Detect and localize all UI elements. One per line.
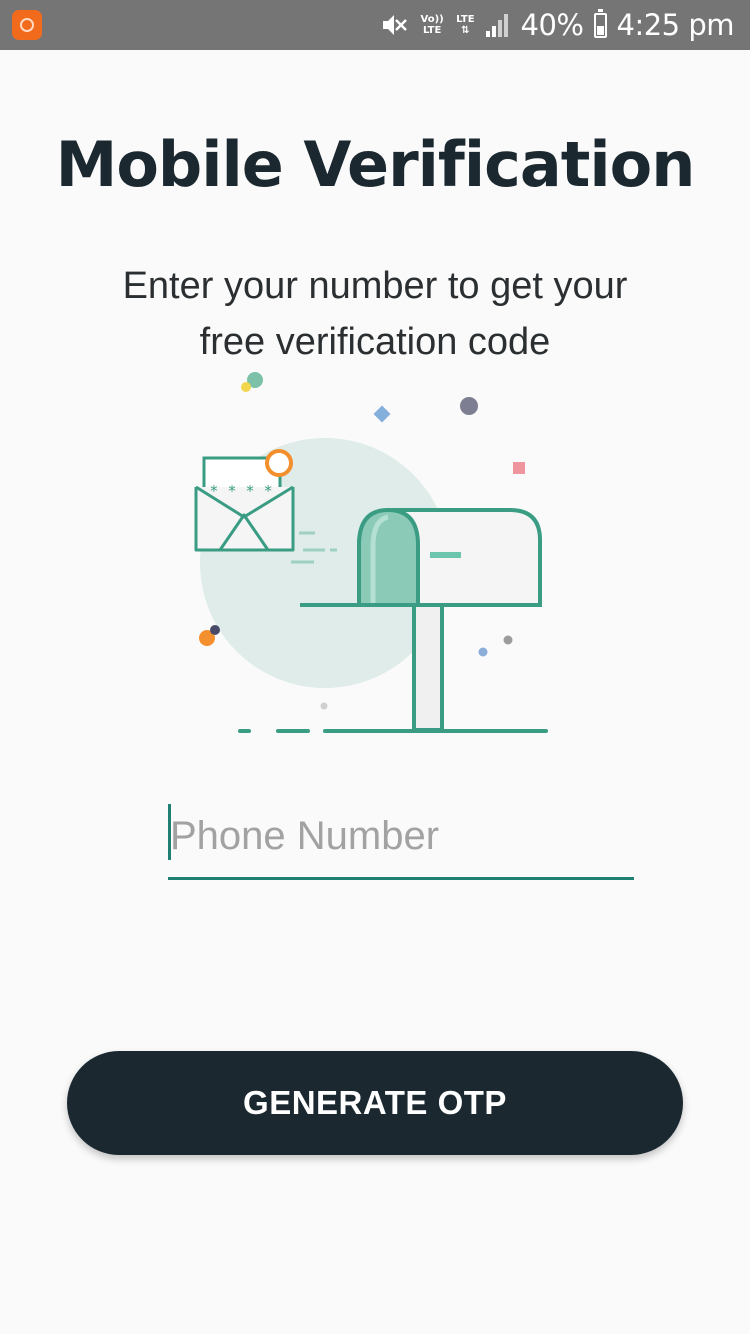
lte-data-icon: LTE ⇅: [456, 14, 474, 36]
page-title: Mobile Verification: [55, 128, 696, 201]
lte-label: LTE: [456, 14, 475, 25]
battery-percent: 40%: [520, 8, 584, 42]
phone-number-input[interactable]: [168, 806, 634, 866]
signal-icon: [485, 14, 508, 37]
app-notification-icon: [12, 10, 42, 40]
battery-icon: [593, 8, 607, 38]
clock: 4:25 pm: [616, 8, 735, 42]
page-subtitle: Enter your number to get your free verif…: [122, 265, 628, 363]
status-icons: Vo)) LTE LTE ⇅ 40% 4:25 pm: [380, 0, 734, 50]
mailbox-illustration: * * * *: [194, 372, 548, 733]
status-bar: Vo)) LTE LTE ⇅ 40% 4:25 pm: [0, 0, 750, 50]
generate-otp-button[interactable]: GENERATE OTP: [67, 1051, 683, 1155]
verification-screen: Vo)) LTE LTE ⇅ 40% 4:25 pm Mobile Verifi…: [0, 0, 750, 1334]
volte-icon: Vo)) LTE: [420, 14, 444, 36]
phone-number-field[interactable]: [168, 800, 634, 880]
envelope-icon: * * * *: [194, 449, 295, 552]
envelope-code: * * * *: [209, 482, 272, 500]
mute-icon: [383, 15, 408, 35]
data-arrows-icon: ⇅: [461, 25, 470, 36]
